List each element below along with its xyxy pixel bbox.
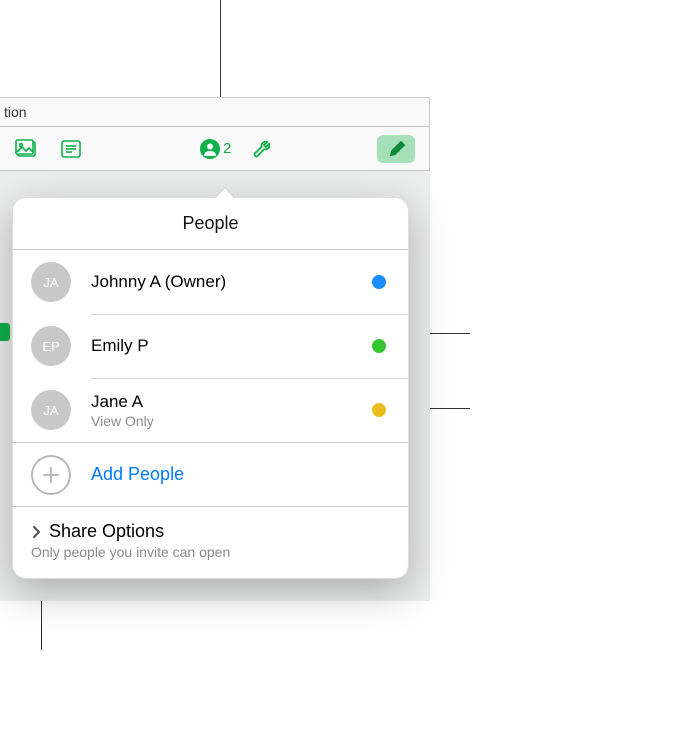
brush-icon xyxy=(385,139,407,159)
chevron-right-icon xyxy=(31,525,41,539)
popover-title: People xyxy=(13,198,408,250)
people-popover: People JA Johnny A (Owner) EP Emily P xyxy=(12,197,409,579)
avatar: EP xyxy=(31,326,71,366)
popover-arrow xyxy=(215,188,235,199)
share-options-button[interactable]: Share Options Only people you invite can… xyxy=(13,506,408,578)
person-name: Jane A xyxy=(91,392,372,412)
status-dot xyxy=(372,339,386,353)
app-window: tion xyxy=(0,97,430,594)
text-icon[interactable] xyxy=(58,136,84,162)
person-row[interactable]: JA Johnny A (Owner) xyxy=(31,250,408,314)
format-paint-button[interactable] xyxy=(377,135,415,163)
people-icon xyxy=(199,138,221,160)
share-options-sub: Only people you invite can open xyxy=(31,544,390,560)
add-people-button[interactable]: Add People xyxy=(13,442,408,506)
selection-marker xyxy=(0,323,10,341)
status-dot xyxy=(372,275,386,289)
avatar: JA xyxy=(31,262,71,302)
document-title-bar: tion xyxy=(0,98,429,127)
person-row[interactable]: EP Emily P xyxy=(31,314,408,378)
settings-icon[interactable] xyxy=(251,136,277,162)
people-list: JA Johnny A (Owner) EP Emily P JA xyxy=(13,250,408,442)
collab-count: 2 xyxy=(223,140,231,157)
avatar: JA xyxy=(31,390,71,430)
plus-icon xyxy=(31,455,71,495)
document-title-fragment: tion xyxy=(4,104,27,120)
person-name: Emily P xyxy=(91,336,372,356)
media-icon[interactable] xyxy=(14,136,40,162)
person-permission: View Only xyxy=(91,413,372,429)
person-row[interactable]: JA Jane A View Only xyxy=(31,378,408,442)
collaborate-button[interactable]: 2 xyxy=(199,138,231,160)
toolbar: 2 xyxy=(0,127,429,171)
add-people-label: Add People xyxy=(91,464,184,485)
person-name: Johnny A (Owner) xyxy=(91,272,372,292)
status-dot xyxy=(372,403,386,417)
share-options-title: Share Options xyxy=(49,521,164,542)
